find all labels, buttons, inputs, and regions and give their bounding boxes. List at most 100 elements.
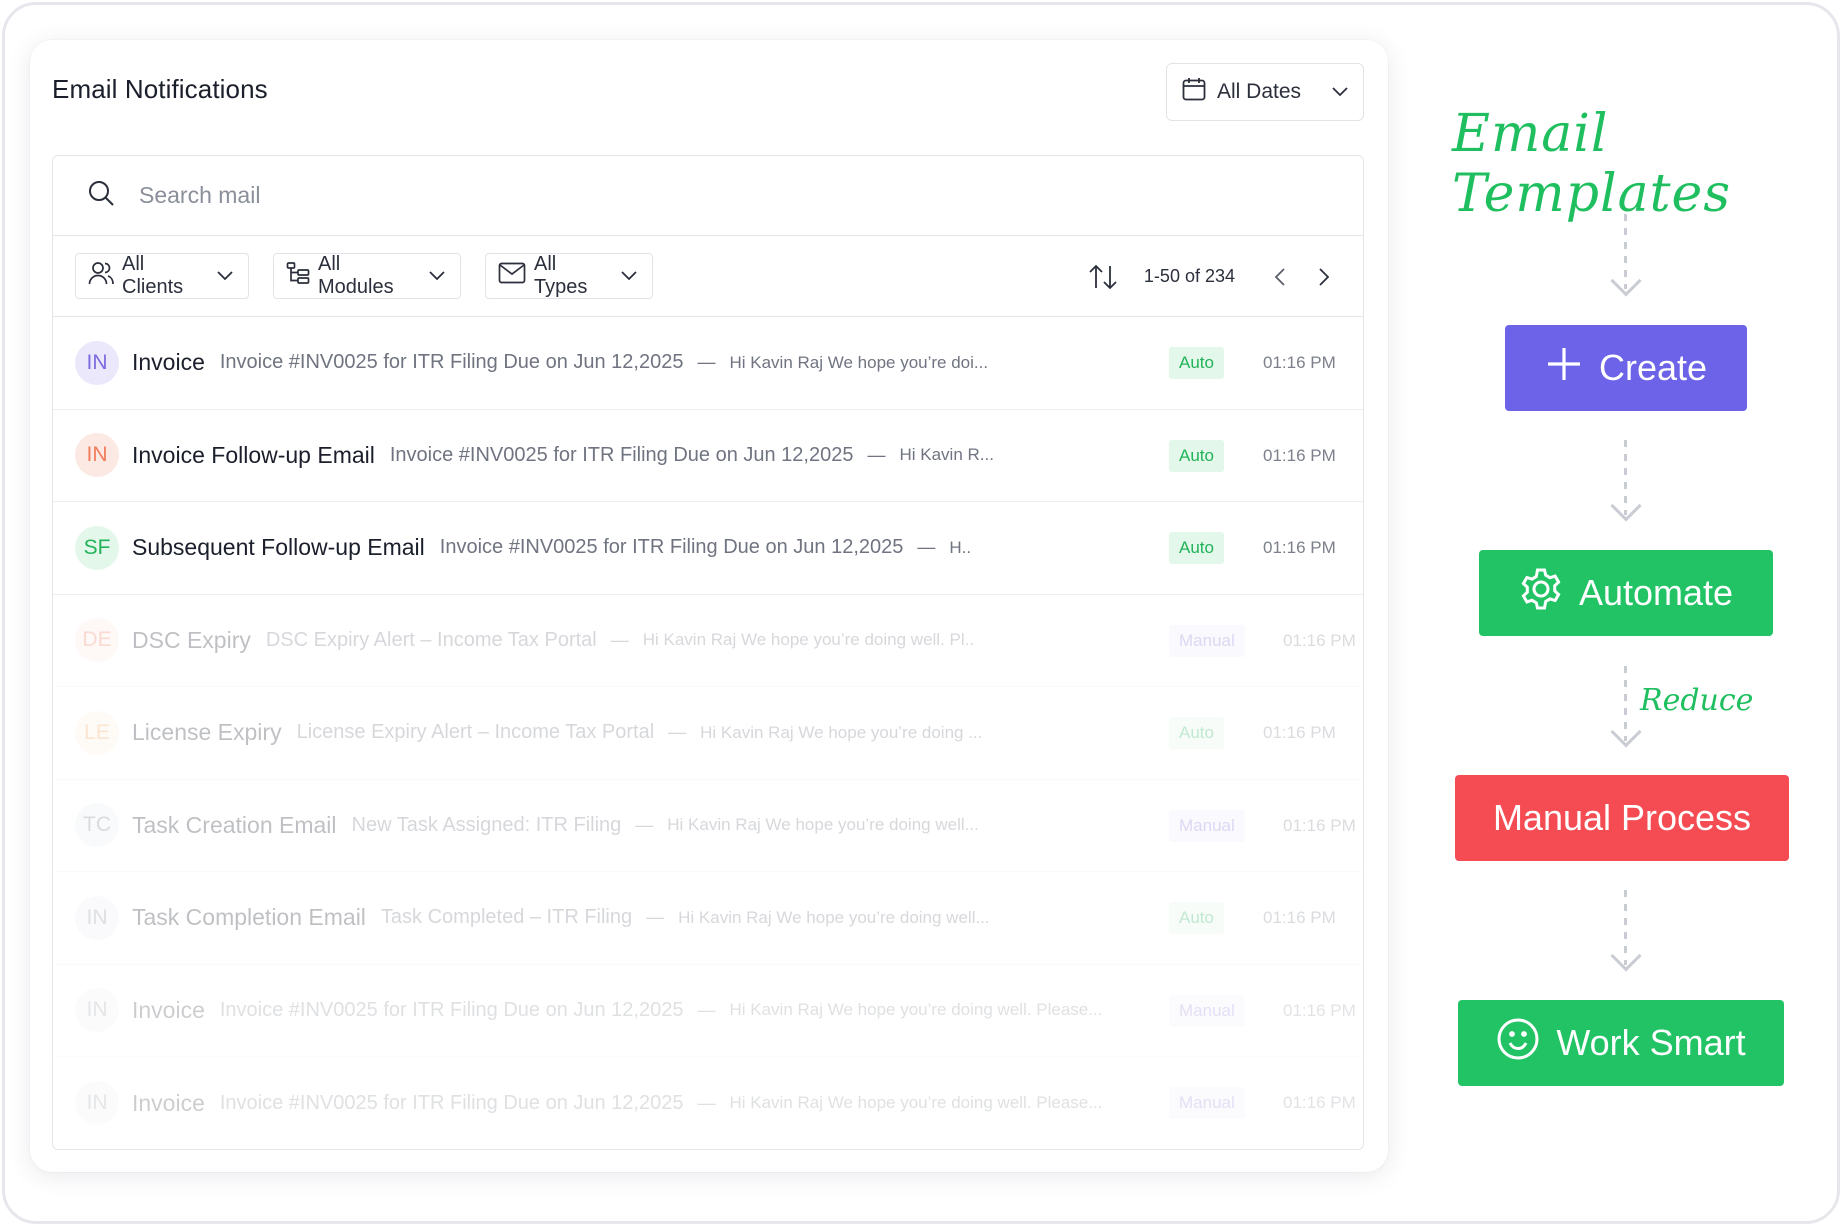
- modules-filter-dropdown[interactable]: All Modules: [273, 253, 461, 299]
- separator-dash: —: [917, 537, 936, 558]
- status-badge: Manual: [1169, 809, 1245, 842]
- template-name: Subsequent Follow-up Email: [132, 534, 425, 561]
- avatar-initials: IN: [86, 1091, 108, 1115]
- avatar-initials: IN: [86, 998, 108, 1022]
- mail-list: All Clients All Modules All Types: [52, 155, 1364, 1150]
- avatar-initials: TC: [83, 813, 111, 837]
- mail-rows: IN Invoice Invoice #INV0025 for ITR Fili…: [53, 317, 1363, 1149]
- timestamp: 01:16 PM: [1263, 908, 1336, 927]
- chevron-left-icon[interactable]: [1273, 266, 1287, 288]
- search-bar: [53, 156, 1363, 236]
- avatar: DE: [75, 618, 119, 663]
- separator-dash: —: [610, 629, 629, 650]
- avatar-initials: IN: [86, 443, 108, 467]
- automate-button[interactable]: Automate: [1479, 550, 1773, 636]
- separator-dash: —: [867, 444, 886, 465]
- separator-dash: —: [646, 907, 665, 928]
- email-subject: Invoice #INV0025 for ITR Filing Due on J…: [219, 998, 684, 1021]
- email-subject: Invoice #INV0025 for ITR Filing Due on J…: [389, 443, 854, 466]
- email-subject: DSC Expiry Alert – Income Tax Portal: [265, 628, 597, 651]
- avatar: IN: [75, 988, 119, 1033]
- avatar-initials: IN: [86, 350, 108, 374]
- status-badge: Auto: [1169, 439, 1224, 472]
- smile-icon: [1496, 1017, 1540, 1070]
- types-filter-label: All Types: [534, 253, 588, 298]
- timestamp: 01:16 PM: [1263, 538, 1336, 557]
- email-subject: New Task Assigned: ITR Filing: [351, 813, 622, 836]
- avatar: IN: [75, 895, 119, 940]
- avatar-initials: IN: [86, 905, 108, 929]
- chevron-down-icon: [1331, 80, 1349, 104]
- email-subject: Task Completed – ITR Filing: [380, 906, 633, 929]
- avatar-initials: DE: [82, 628, 112, 652]
- status-badge: Manual: [1169, 994, 1245, 1027]
- pagination-range: 1-50 of 234: [1143, 266, 1235, 286]
- template-name: DSC Expiry: [132, 626, 251, 653]
- clients-filter-label: All Clients: [122, 253, 184, 298]
- gear-icon: [1519, 567, 1563, 620]
- avatar-initials: SF: [83, 535, 111, 559]
- avatar: TC: [75, 803, 119, 848]
- status-badge: Auto: [1169, 532, 1224, 564]
- timestamp: 01:16 PM: [1283, 1000, 1356, 1020]
- status-badge: Manual: [1169, 1087, 1245, 1119]
- avatar: SF: [75, 525, 119, 570]
- list-item[interactable]: IN Invoice Invoice #INV0025 for ITR Fili…: [53, 317, 1363, 410]
- search-input[interactable]: [139, 182, 1039, 209]
- email-preview: Hi Kavin Raj We hope you’re doing ...: [700, 722, 983, 742]
- avatar: IN: [75, 433, 119, 478]
- email-subject: Invoice #INV0025 for ITR Filing Due on J…: [219, 351, 684, 374]
- status-badge: Auto: [1169, 902, 1224, 934]
- avatar: LE: [75, 710, 119, 755]
- status-badge: Manual: [1169, 624, 1245, 657]
- status-badge: Auto: [1169, 347, 1224, 379]
- types-filter-dropdown[interactable]: All Types: [485, 253, 653, 299]
- chevron-down-icon: [620, 265, 638, 288]
- avatar: IN: [75, 340, 119, 385]
- email-preview: Hi Kavin Raj We hope you’re doing well. …: [729, 1093, 1103, 1113]
- email-subject: Invoice #INV0025 for ITR Filing Due on J…: [219, 1091, 684, 1114]
- timestamp: 01:16 PM: [1283, 630, 1356, 650]
- template-name: Invoice: [132, 349, 205, 376]
- separator-dash: —: [635, 814, 654, 835]
- separator-dash: —: [668, 722, 687, 743]
- manual-process-button[interactable]: Manual Process: [1455, 775, 1789, 861]
- template-name: Task Completion Email: [132, 904, 366, 931]
- automate-button-label: Automate: [1578, 572, 1734, 613]
- list-item[interactable]: SF Subsequent Follow-up Email Invoice #I…: [53, 502, 1363, 595]
- clients-filter-dropdown[interactable]: All Clients: [75, 253, 249, 299]
- create-button[interactable]: Create: [1505, 325, 1747, 411]
- list-item[interactable]: IN Task Completion Email Task Completed …: [53, 872, 1363, 965]
- avatar: IN: [75, 1081, 119, 1126]
- mail-icon: [498, 262, 526, 290]
- email-preview: Hi Kavin Raj We hope you’re doi...: [729, 352, 989, 372]
- email-preview: H..: [949, 537, 972, 557]
- template-name: License Expiry: [132, 719, 282, 746]
- date-filter-dropdown[interactable]: All Dates: [1166, 63, 1364, 121]
- list-item[interactable]: IN Invoice Invoice #INV0025 for ITR Fili…: [53, 965, 1363, 1057]
- modules-filter-label: All Modules: [318, 253, 394, 298]
- list-item[interactable]: IN Invoice Follow-up Email Invoice #INV0…: [53, 410, 1363, 502]
- list-item[interactable]: LE License Expiry License Expiry Alert –…: [53, 687, 1363, 780]
- email-notifications-panel: Email Notifications All Dates All Client…: [30, 40, 1388, 1172]
- panel-title: Email Notifications: [52, 74, 268, 104]
- list-item[interactable]: IN Invoice Invoice #INV0025 for ITR Fili…: [53, 1057, 1363, 1149]
- status-badge: Auto: [1169, 717, 1224, 749]
- email-preview: Hi Kavin Raj We hope you’re doing well..…: [678, 907, 990, 927]
- list-item[interactable]: DE DSC Expiry DSC Expiry Alert – Income …: [53, 595, 1363, 687]
- timestamp: 01:16 PM: [1263, 723, 1336, 742]
- separator-dash: —: [697, 999, 716, 1020]
- users-icon: [88, 260, 114, 292]
- create-button-label: Create: [1598, 347, 1708, 388]
- template-name: Task Creation Email: [132, 811, 337, 838]
- email-preview: Hi Kavin Raj We hope you’re doing well. …: [729, 1000, 1103, 1020]
- sort-icon[interactable]: [1088, 264, 1118, 290]
- hierarchy-icon: [286, 261, 310, 291]
- reduce-label: Reduce: [1640, 683, 1754, 718]
- work-smart-button[interactable]: Work Smart: [1458, 1000, 1784, 1086]
- avatar-initials: LE: [84, 720, 110, 744]
- email-preview: Hi Kavin R...: [899, 445, 994, 465]
- list-item[interactable]: TC Task Creation Email New Task Assigned…: [53, 780, 1363, 872]
- email-preview: Hi Kavin Raj We hope you’re doing well..…: [667, 815, 979, 835]
- chevron-right-icon[interactable]: [1317, 266, 1331, 288]
